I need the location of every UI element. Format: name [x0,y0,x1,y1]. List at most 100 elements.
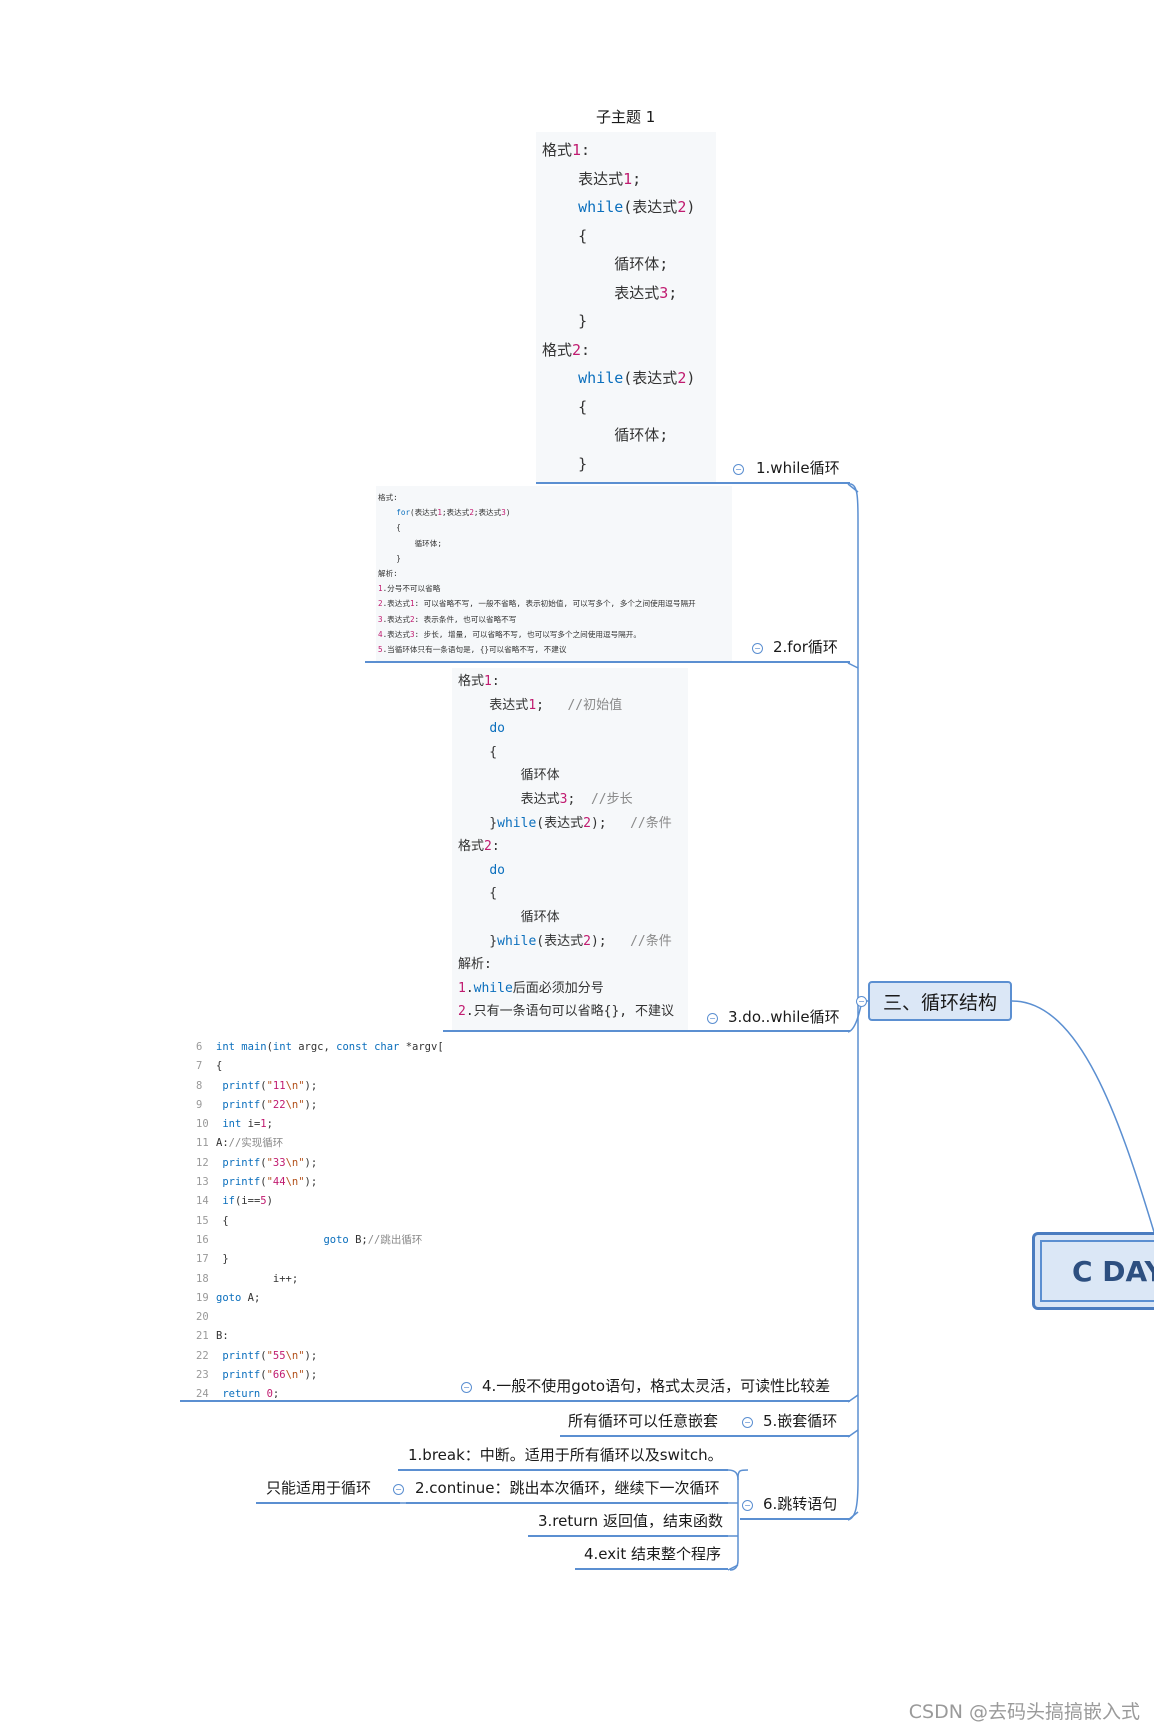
code-line: 3.表达式2: 表示条件, 也可以省略不写 [378,614,517,624]
collapse-icon[interactable]: − [742,1417,753,1428]
jump-exit[interactable]: 4.exit 结束整个程序 [584,1544,721,1564]
collapse-icon[interactable]: − [461,1382,472,1393]
line-text: { [216,1060,223,1073]
code-line: while(表达式2) [578,198,696,216]
code-line: 1.while后面必须加分号 [458,980,604,996]
collapse-icon[interactable]: − [752,643,763,654]
code-line: 循环体 [458,909,560,925]
jump-return-underline [528,1535,728,1537]
code-line: 18 i++; [196,1270,440,1289]
line-number: 14 [196,1195,209,1208]
branch-goto[interactable]: 4.一般不使用goto语句，格式太灵活，可读性比较差 [482,1376,830,1396]
line-number: 18 [196,1272,209,1285]
line-number: 22 [196,1349,209,1362]
root-label: C DAY [1040,1240,1154,1302]
line-number: 13 [196,1176,209,1189]
line-number: 19 [196,1291,209,1304]
code-line: 2.表达式1: 可以省略不写, 一般不省略, 表示初始值, 可以写多个, 多个之… [378,599,696,609]
code-line: { [458,886,498,902]
code-line: 循环体; [378,538,442,548]
line-text: goto B;//跳出循环 [323,1233,423,1246]
branch-nested[interactable]: 5.嵌套循环 [763,1411,837,1431]
code-line: 1.分号不可以省略 [378,584,441,594]
line-text: printf("55\n"); [222,1349,318,1362]
code-line: 循环体; [542,426,669,444]
code-line: 20 [196,1308,440,1327]
code-line: do [489,721,505,737]
line-text: } [216,1253,229,1266]
jump-exit-underline [575,1568,728,1570]
line-text: A://实现循环 [216,1137,284,1150]
code-line: 表达式1; [542,169,642,188]
continue-child-underline [256,1502,400,1504]
line-text: return 0; [222,1388,280,1398]
line-number: 9 [196,1098,203,1111]
code-line: 格式1: [542,141,591,159]
jump-break[interactable]: 1.break：中断。适用于所有循环以及switch。 [408,1445,723,1465]
code-line: 22 printf("55\n"); [196,1347,440,1366]
goto-code-image: 6 int main(int argc, const char *argv[]) 7… [192,1036,444,1398]
branch-jump[interactable]: 6.跳转语句 [763,1494,837,1514]
link-b2 [847,662,859,669]
code-line: 11 A://实现循环 [196,1134,440,1153]
collapse-icon[interactable]: − [856,996,867,1007]
line-text: int main(int argc, const char *argv[]) [216,1041,444,1053]
line-text: i++; [216,1272,299,1285]
code-line: 4.表达式3: 步长, 增量, 可以省略不写, 也可以写多个之间使用逗号隔开。 [378,629,641,639]
code-line: 格式: [378,493,398,502]
code-line: for(表达式1;表达式2;表达式3) [396,508,511,518]
code-line: 2.只有一条语句可以省略{}, 不建议 [458,1004,674,1020]
code-line: 格式2: [458,839,500,855]
main-topic[interactable]: 三、循环结构 [868,981,1012,1021]
dowhile-code-image: 格式1: 表达式1; //初始值 do { 循环体 表达式3; //步长 }wh… [452,668,688,1030]
line-number: 20 [196,1311,209,1324]
code-line: while(表达式2) [578,369,696,387]
line-text: printf("11\n"); [222,1079,318,1092]
jump-return[interactable]: 3.return 返回值，结束函数 [538,1511,723,1531]
code-line: { [542,226,588,245]
line-text: printf("44\n"); [222,1176,318,1189]
code-line: 13 printf("44\n"); [196,1173,440,1192]
code-line: do [489,862,505,878]
code-line: 23 printf("66\n"); [196,1366,440,1385]
code-line: 格式1: [458,674,500,689]
code-line: 解析: [458,957,492,973]
nested-child[interactable]: 所有循环可以任意嵌套 [568,1411,718,1431]
code-line: 9 printf("22\n"); [196,1096,440,1115]
code-line: 6 int main(int argc, const char *argv[]) [196,1038,444,1057]
jump-continue[interactable]: 2.continue：跳出本次循环，继续下一次循环 [415,1478,720,1498]
collapse-icon[interactable]: − [733,464,744,475]
line-number: 12 [196,1156,209,1169]
code-line: 16 goto B;//跳出循环 [196,1231,440,1250]
jump-continue-underline [406,1502,728,1504]
code-line: 格式2: [542,340,591,359]
jump-break-underline [398,1469,728,1471]
line-text: B: [216,1330,229,1343]
code-line: }while(表达式2); //条件 [458,815,672,831]
code-line: 15 { [196,1212,440,1231]
while-underline [536,482,850,484]
code-line: 21 B: [196,1327,440,1346]
code-line: } [378,553,401,563]
code-line: 表达式1; //初始值 [458,697,623,713]
continue-child[interactable]: 只能适用于循环 [266,1478,371,1498]
code-line: 解析: [378,569,398,579]
code-line: } [542,454,588,473]
branch-dowhile[interactable]: 3.do..while循环 [728,1007,840,1027]
branch-while[interactable]: 1.while循环 [756,458,840,478]
collapse-icon[interactable]: − [742,1500,753,1511]
collapse-icon[interactable]: − [393,1484,404,1495]
while-code-image: 格式1: 表达式1; while(表达式2) { 循环体; 表达式3; } 格式2… [536,132,716,482]
line-number: 10 [196,1118,209,1131]
code-line: 表达式3; [542,283,678,302]
root-topic[interactable]: C DAY [1032,1232,1154,1310]
code-line: } [542,312,588,330]
subtopic-title[interactable]: 子主题 1 [596,107,655,127]
jump-underline [740,1518,850,1520]
code-line: { [378,523,401,533]
collapse-icon[interactable]: − [707,1013,718,1024]
branch-for[interactable]: 2.for循环 [773,637,838,657]
link-jump-trunk [729,1469,749,1571]
code-line: 10 int i=1; [196,1115,440,1134]
code-line: 循环体 [458,768,560,784]
